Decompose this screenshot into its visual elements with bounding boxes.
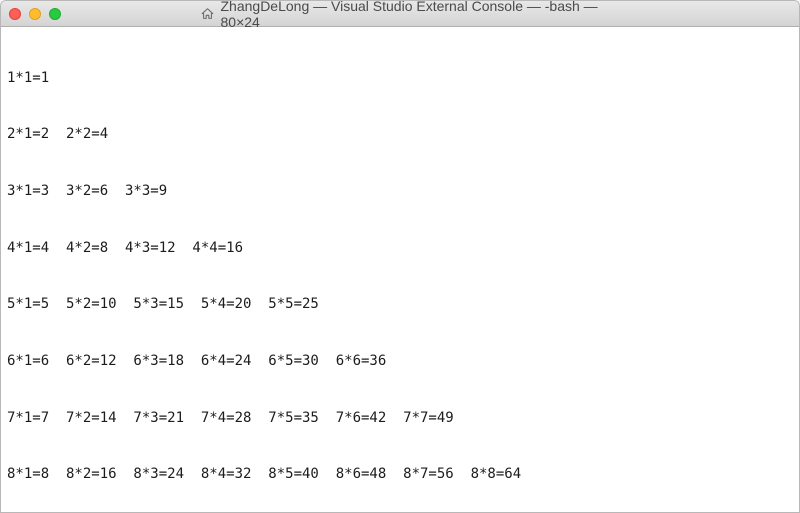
output-line: 6*1=6 6*2=12 6*3=18 6*4=24 6*5=30 6*6=36 <box>7 352 793 371</box>
output-line: 5*1=5 5*2=10 5*3=15 5*4=20 5*5=25 <box>7 295 793 314</box>
maximize-button[interactable] <box>49 8 61 20</box>
output-line: 4*1=4 4*2=8 4*3=12 4*4=16 <box>7 239 793 258</box>
output-line: 2*1=2 2*2=4 <box>7 125 793 144</box>
minimize-button[interactable] <box>29 8 41 20</box>
output-line: 3*1=3 3*2=6 3*3=9 <box>7 182 793 201</box>
traffic-lights <box>9 8 61 20</box>
window-title: ZhangDeLong — Visual Studio External Con… <box>221 0 600 30</box>
titlebar[interactable]: ZhangDeLong — Visual Studio External Con… <box>1 1 799 27</box>
title-wrap: ZhangDeLong — Visual Studio External Con… <box>201 0 600 30</box>
output-line: 1*1=1 <box>7 69 793 88</box>
terminal-body[interactable]: 1*1=1 2*1=2 2*2=4 3*1=3 3*2=6 3*3=9 4*1=… <box>1 27 799 512</box>
output-line: 8*1=8 8*2=16 8*3=24 8*4=32 8*5=40 8*6=48… <box>7 465 793 484</box>
terminal-window: ZhangDeLong — Visual Studio External Con… <box>0 0 800 513</box>
output-line: 7*1=7 7*2=14 7*3=21 7*4=28 7*5=35 7*6=42… <box>7 409 793 428</box>
close-button[interactable] <box>9 8 21 20</box>
home-icon <box>201 7 215 21</box>
